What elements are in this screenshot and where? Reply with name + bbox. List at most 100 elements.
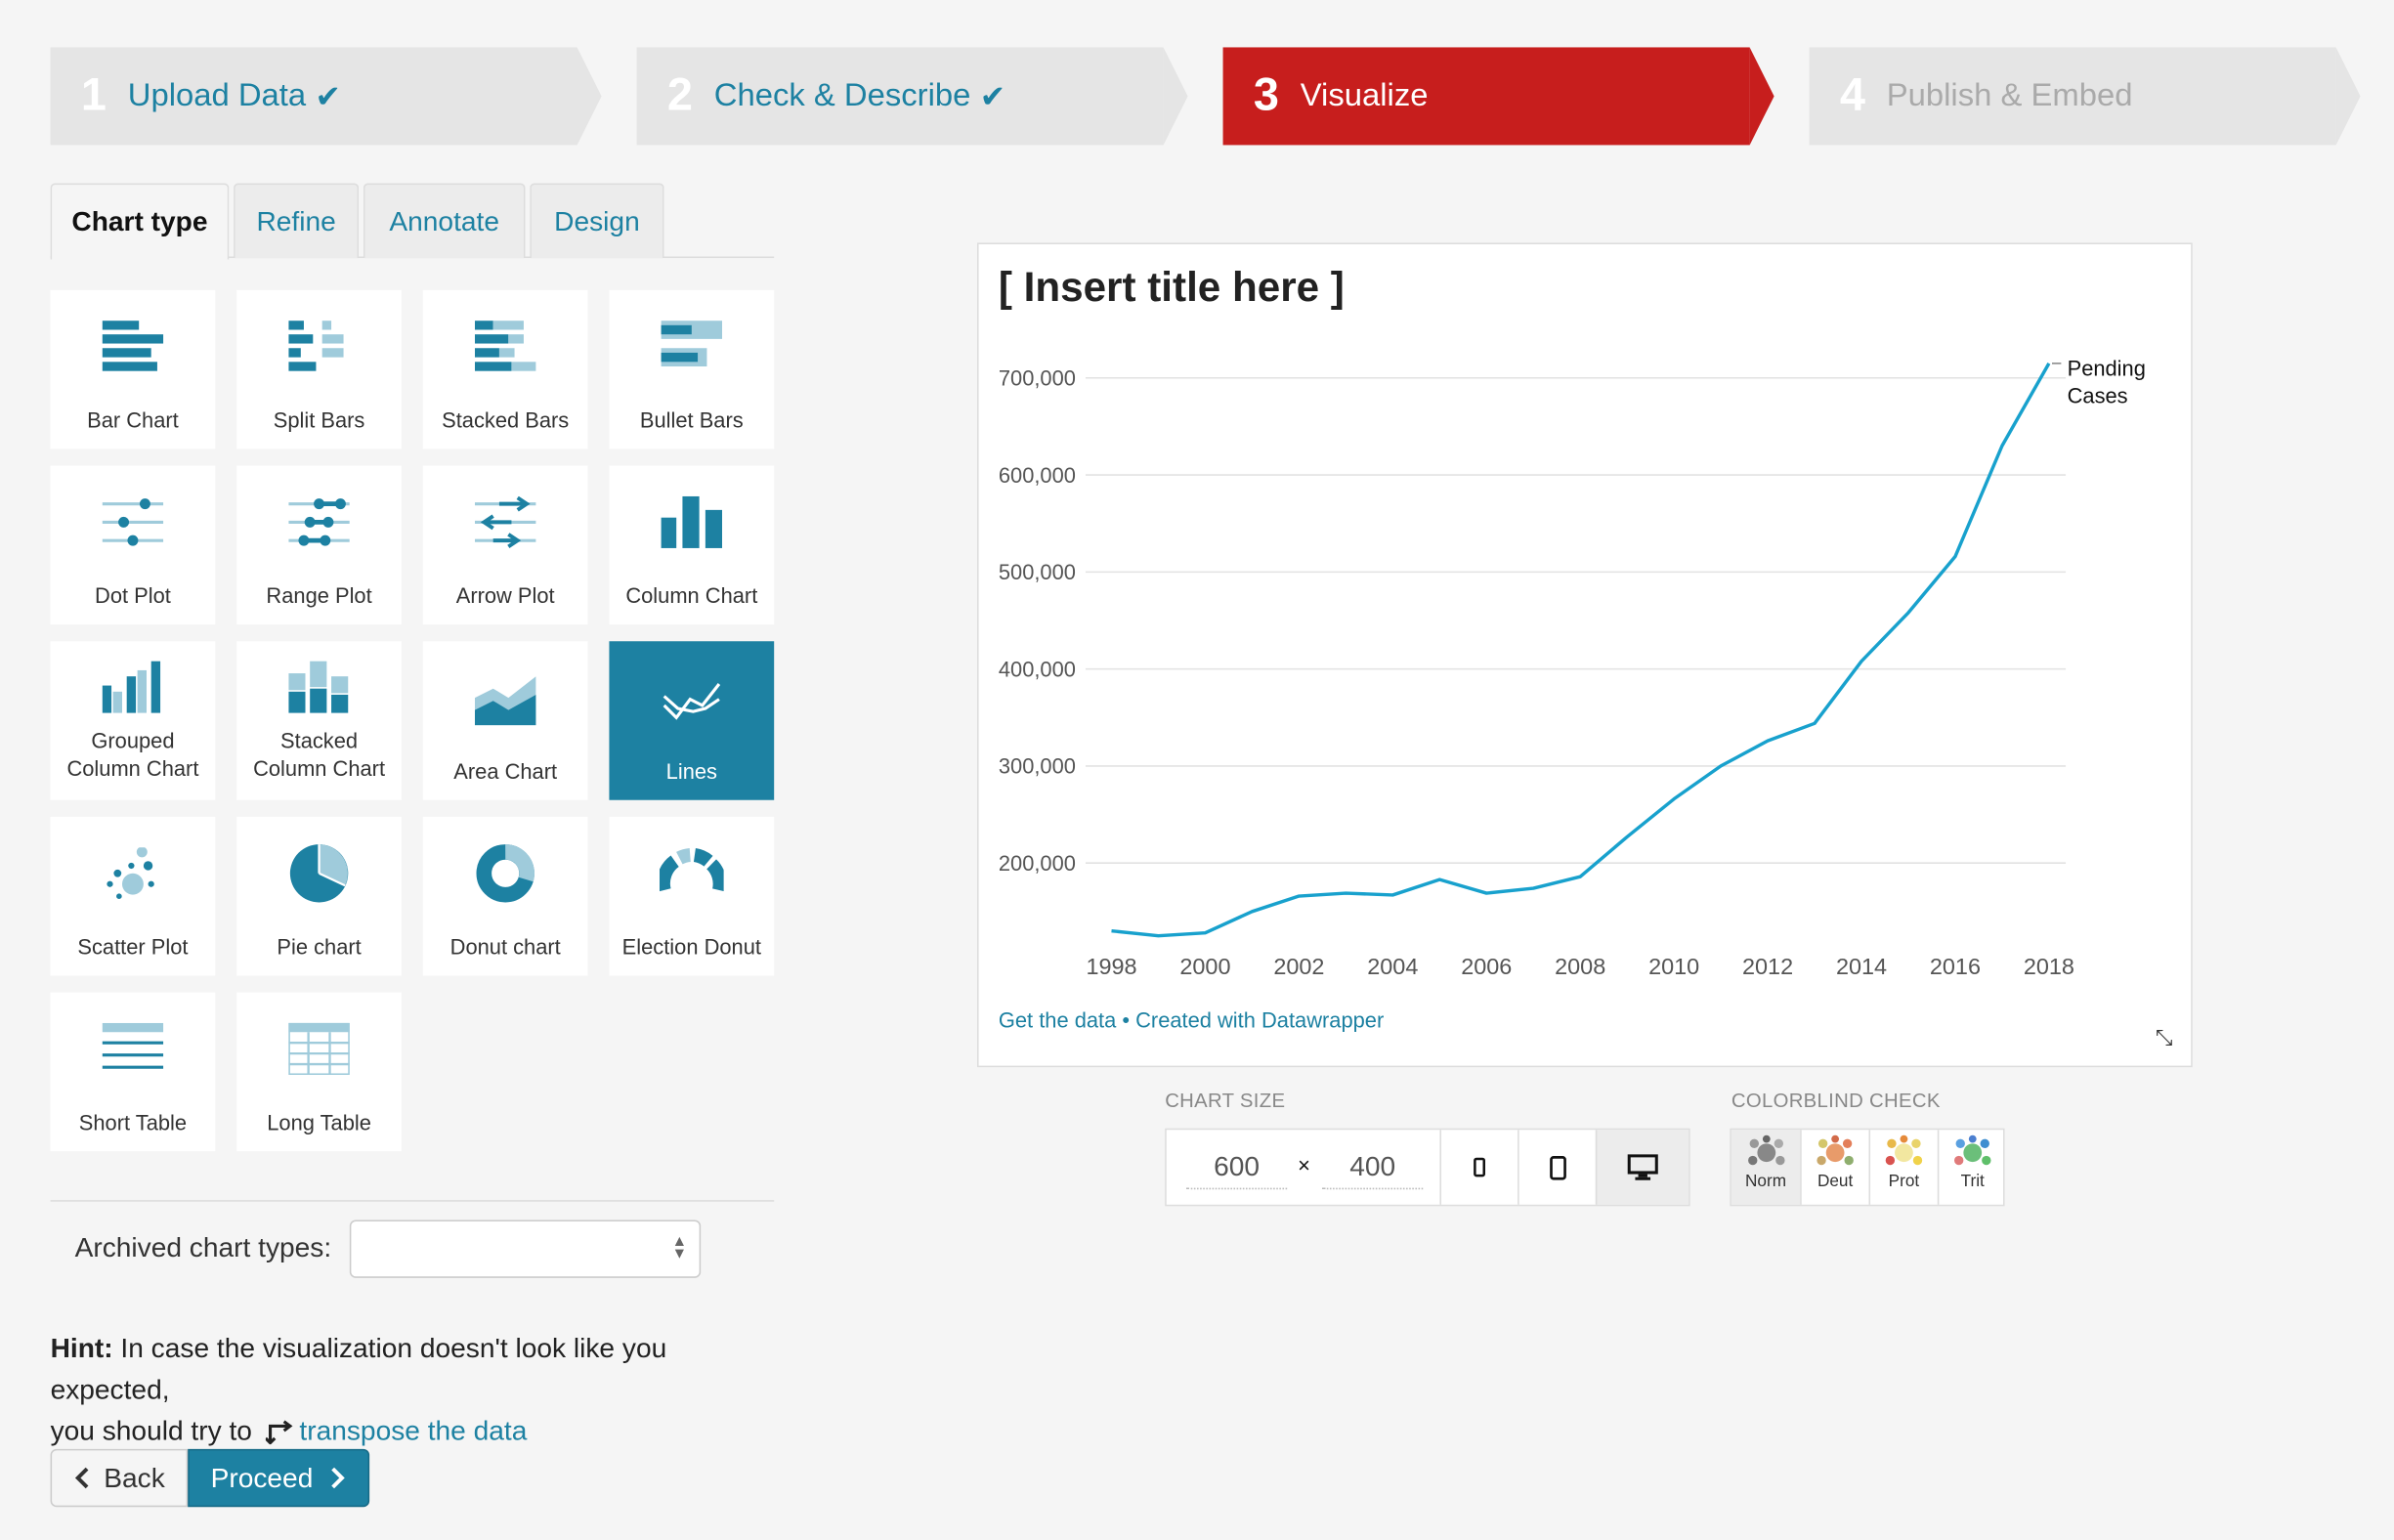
chart-size-label: CHART SIZE bbox=[1165, 1089, 1286, 1112]
tab-chart-type[interactable]: Chart type bbox=[50, 183, 230, 260]
chevron-left-icon bbox=[74, 1467, 89, 1489]
colorblind-check-controls: Norm Deut Prot Trit bbox=[1730, 1128, 2006, 1207]
colorblind-check-label: COLORBLIND CHECK bbox=[1731, 1089, 1941, 1112]
chart-type-split-bars[interactable]: Split Bars bbox=[236, 289, 402, 449]
select-caret-icon: ▲ ▼ bbox=[671, 1233, 688, 1263]
colorblind-norm-button[interactable]: Norm bbox=[1731, 1130, 1801, 1205]
chart-type-pie-chart[interactable]: Pie chart bbox=[236, 816, 402, 976]
step-label: Check & Describe bbox=[713, 77, 971, 113]
donut-chart-icon bbox=[476, 844, 534, 903]
x-tick-label: 1998 bbox=[1086, 954, 1136, 979]
step-check-describe[interactable]: 2 Check & Describe ✔ bbox=[636, 47, 1188, 146]
x-tick-label: 2008 bbox=[1555, 954, 1605, 979]
chart-type-bar-chart[interactable]: Bar Chart bbox=[50, 289, 216, 449]
chart-type-lines[interactable]: Lines bbox=[609, 641, 775, 800]
chart-height-input[interactable]: 400 bbox=[1322, 1146, 1424, 1190]
transpose-icon bbox=[264, 1420, 293, 1445]
checkmark-icon: ✔ bbox=[315, 80, 341, 114]
hint-bold: Hint: bbox=[50, 1333, 113, 1364]
chart-type-label: Long Table bbox=[267, 1109, 371, 1134]
chart-size-controls: 600 × 400 bbox=[1165, 1128, 1690, 1207]
chart-type-stacked-column-chart[interactable]: Stacked Column Chart bbox=[236, 641, 402, 800]
tab-refine[interactable]: Refine bbox=[234, 183, 360, 259]
colorblind-mode-label: Trit bbox=[1960, 1173, 1985, 1191]
phone-icon bbox=[1474, 1157, 1485, 1177]
step-label: Publish & Embed bbox=[1886, 77, 2133, 113]
chart-type-area-chart[interactable]: Area Chart bbox=[422, 641, 588, 800]
split-bars-icon bbox=[288, 321, 344, 371]
transpose-data-link[interactable]: transpose the data bbox=[299, 1415, 527, 1445]
proceed-label: Proceed bbox=[210, 1462, 314, 1493]
chart-type-label: Stacked Column Chart bbox=[253, 728, 386, 781]
color-dots-icon bbox=[1817, 1134, 1854, 1166]
chevron-right-icon bbox=[331, 1467, 345, 1489]
chart-type-scatter-plot[interactable]: Scatter Plot bbox=[50, 816, 216, 976]
colorblind-mode-label: Deut bbox=[1817, 1173, 1854, 1191]
chart-footer: Get the data • Created with Datawrapper bbox=[999, 1007, 1384, 1032]
bar-chart-icon bbox=[102, 321, 164, 371]
pie-chart-icon bbox=[289, 844, 349, 903]
phone-size-button[interactable] bbox=[1439, 1130, 1518, 1205]
created-with-datawrapper-link[interactable]: Created with Datawrapper bbox=[1135, 1007, 1384, 1032]
tablet-size-button[interactable] bbox=[1518, 1130, 1596, 1205]
proceed-button[interactable]: Proceed bbox=[188, 1448, 370, 1508]
chart-type-dot-plot[interactable]: Dot Plot bbox=[50, 465, 216, 625]
chart-type-range-plot[interactable]: Range Plot bbox=[236, 465, 402, 625]
colorblind-prot-button[interactable]: Prot bbox=[1868, 1130, 1938, 1205]
desktop-icon bbox=[1627, 1154, 1658, 1180]
step-progress: 1 Upload Data ✔ 2 Check & Describe ✔ 3 V… bbox=[50, 47, 2361, 146]
line-chart: 200,000 300,000 400,000 500,000 600,000 700,0… bbox=[999, 356, 2146, 979]
tab-annotate[interactable]: Annotate bbox=[363, 183, 526, 259]
x-tick-label: 2000 bbox=[1179, 954, 1230, 979]
color-dots-icon bbox=[1747, 1134, 1784, 1166]
chart-type-short-table[interactable]: Short Table bbox=[50, 992, 216, 1152]
x-tick-label: 2010 bbox=[1648, 954, 1699, 979]
chart-type-long-table[interactable]: Long Table bbox=[236, 992, 402, 1152]
tab-design[interactable]: Design bbox=[530, 183, 664, 259]
step-publish-embed[interactable]: 4 Publish & Embed bbox=[1809, 47, 2361, 146]
step-upload-data[interactable]: 1 Upload Data ✔ bbox=[50, 47, 602, 146]
back-button[interactable]: Back bbox=[50, 1448, 189, 1508]
chart-type-label: Election Donut bbox=[621, 934, 761, 960]
step-number: 2 bbox=[666, 69, 693, 121]
chart-type-label: Column Chart bbox=[625, 582, 758, 608]
stacked-column-chart-icon bbox=[288, 661, 349, 713]
chart-type-grouped-column-chart[interactable]: Grouped Column Chart bbox=[50, 641, 216, 800]
colorblind-deut-button[interactable]: Deut bbox=[1800, 1130, 1868, 1205]
series-line bbox=[1111, 363, 2051, 938]
chart-type-label: Dot Plot bbox=[95, 582, 171, 608]
chart-type-election-donut[interactable]: Election Donut bbox=[609, 816, 775, 976]
stacked-bars-icon bbox=[474, 321, 536, 371]
chart-type-arrow-plot[interactable]: Arrow Plot bbox=[422, 465, 588, 625]
chart-type-bullet-bars[interactable]: Bullet Bars bbox=[609, 289, 775, 449]
size-times: × bbox=[1298, 1152, 1310, 1177]
dot-plot-icon bbox=[102, 498, 164, 546]
step-number: 1 bbox=[80, 69, 107, 121]
x-tick-label: 2004 bbox=[1367, 954, 1418, 979]
chart-type-stacked-bars[interactable]: Stacked Bars bbox=[422, 289, 588, 449]
chart-type-label: Range Plot bbox=[266, 582, 372, 608]
desktop-size-button[interactable] bbox=[1595, 1130, 1689, 1205]
resize-handle-icon[interactable]: ⤡ bbox=[2156, 1024, 2173, 1050]
chart-type-column-chart[interactable]: Column Chart bbox=[609, 465, 775, 625]
get-the-data-link[interactable]: Get the data bbox=[999, 1007, 1116, 1032]
sidebar-tabs: Chart type Refine Annotate Design bbox=[50, 183, 775, 260]
x-tick-label: 2018 bbox=[2024, 954, 2074, 979]
chart-type-label: Split Bars bbox=[273, 407, 365, 433]
chart-width-input[interactable]: 600 bbox=[1186, 1146, 1288, 1190]
colorblind-mode-label: Prot bbox=[1888, 1173, 1920, 1191]
chart-type-label: Area Chart bbox=[453, 758, 558, 784]
x-tick-label: 2016 bbox=[1930, 954, 1981, 979]
chart-type-label: Grouped Column Chart bbox=[66, 728, 199, 781]
short-table-icon bbox=[102, 1022, 164, 1069]
y-tick-label: 300,000 bbox=[999, 754, 1076, 779]
chart-type-label: Arrow Plot bbox=[455, 582, 555, 608]
back-label: Back bbox=[104, 1462, 165, 1493]
step-visualize[interactable]: 3 Visualize bbox=[1222, 47, 1774, 146]
x-tick-label: 2002 bbox=[1273, 954, 1324, 979]
archived-chart-types-select[interactable]: ▲ ▼ bbox=[349, 1219, 702, 1278]
y-tick-label: 400,000 bbox=[999, 657, 1076, 681]
colorblind-trit-button[interactable]: Trit bbox=[1937, 1130, 2006, 1205]
chart-type-donut-chart[interactable]: Donut chart bbox=[422, 816, 588, 976]
hint-line2: you should try to bbox=[50, 1415, 252, 1446]
